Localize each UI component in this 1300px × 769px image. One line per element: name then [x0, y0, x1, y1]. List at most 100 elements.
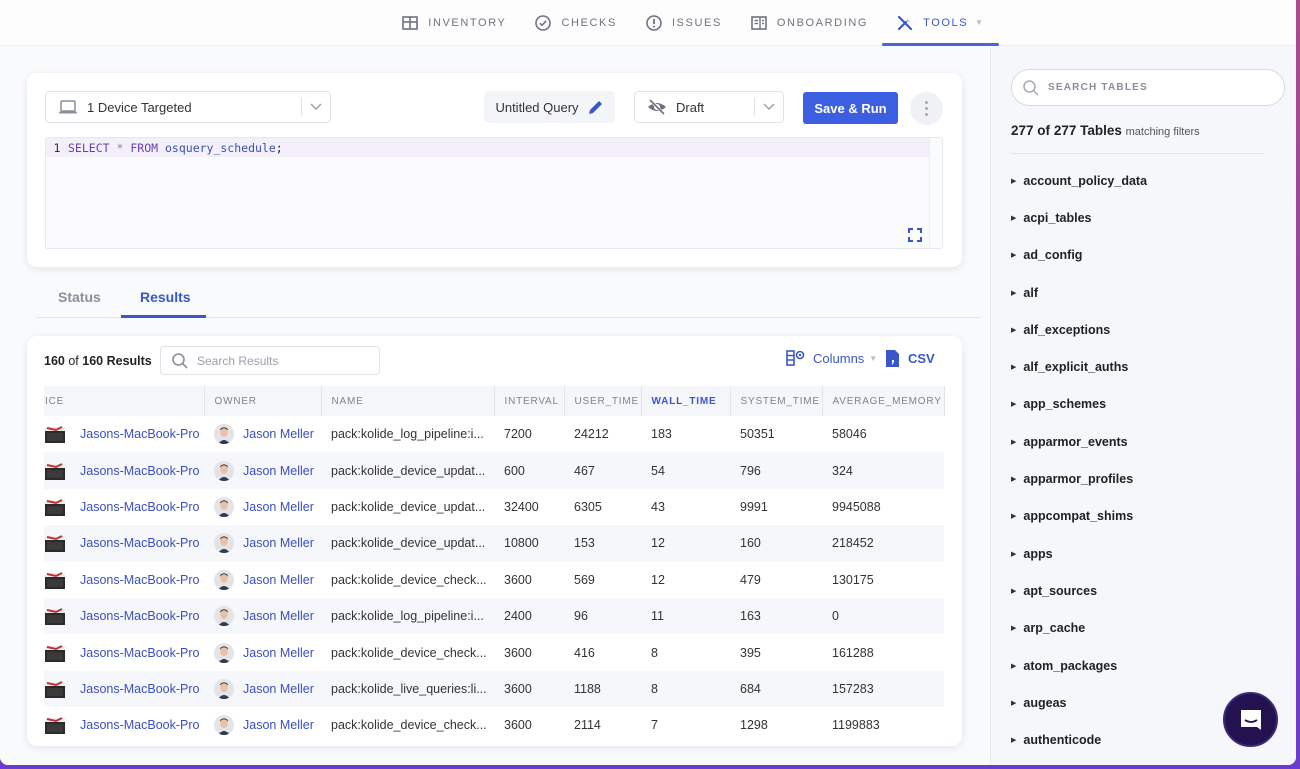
- eye-slash-icon: [648, 98, 666, 116]
- device-cell: Jasons-MacBook-Pro: [44, 634, 204, 670]
- column-header-system-time[interactable]: SYSTEM_TIME: [730, 386, 823, 416]
- table-list-item[interactable]: ▶ alf: [1011, 274, 1147, 311]
- table-list-item[interactable]: ▶ acpi_tables: [1011, 199, 1147, 236]
- results-search-input[interactable]: [197, 353, 357, 368]
- owner-link[interactable]: Jason Meller: [214, 715, 321, 736]
- chevron-down-icon: ▼: [869, 353, 878, 363]
- column-header-average-memory[interactable]: AVERAGE_MEMORY: [822, 386, 945, 416]
- device-link[interactable]: Jasons-MacBook-Pro: [44, 570, 204, 590]
- table-list-item[interactable]: ▶ appcompat_shims: [1011, 498, 1147, 535]
- expand-icon[interactable]: [908, 228, 922, 242]
- avatar: [214, 715, 234, 736]
- wall-time-cell: 11: [641, 597, 730, 635]
- device-link[interactable]: Jasons-MacBook-Pro: [44, 497, 204, 517]
- table-list-item[interactable]: ▶ apt_sources: [1011, 572, 1147, 609]
- expand-triangle-icon: ▶: [1011, 214, 1017, 222]
- tab-status[interactable]: Status: [58, 289, 101, 305]
- table-row: Jasons-MacBook-Pro Jason Meller pack:kolid…: [44, 562, 944, 598]
- wall-time-cell: 43: [651, 499, 665, 514]
- line-number: 1: [53, 140, 61, 155]
- tab-results[interactable]: Results: [140, 289, 191, 305]
- table-list-item[interactable]: ▶ ad_config: [1011, 237, 1147, 274]
- system-time-cell: 50351: [740, 427, 775, 442]
- nav-label: ONBOARDING: [776, 16, 869, 29]
- owner-link[interactable]: Jason Meller: [214, 606, 321, 627]
- chat-icon: [1240, 709, 1261, 730]
- user-time-cell: 153: [564, 525, 641, 562]
- owner-link[interactable]: Jason Meller: [214, 569, 321, 590]
- owner-link[interactable]: Jason Meller: [214, 460, 321, 481]
- device-link[interactable]: Jasons-MacBook-Pro: [44, 643, 204, 663]
- nav-label: ISSUES: [671, 16, 722, 29]
- interval-cell: 10800: [494, 525, 564, 562]
- avatar: [214, 678, 234, 699]
- sql-editor[interactable]: 1 SELECT * FROM osquery_schedule;: [45, 137, 943, 249]
- csv-export-button[interactable]: CSV: [885, 349, 935, 368]
- device-link[interactable]: Jasons-MacBook-Pro: [44, 424, 204, 444]
- user-time-cell: 6305: [574, 499, 602, 514]
- device-link[interactable]: Jasons-MacBook-Pro: [44, 533, 204, 553]
- kebab-dot: [925, 107, 928, 110]
- macbook-icon: [44, 570, 66, 590]
- chevron-down-icon: ▼: [975, 18, 985, 27]
- table-name: app_schemes: [1023, 397, 1107, 412]
- nav-item-issues[interactable]: ISSUES: [631, 0, 736, 45]
- device-link[interactable]: Jasons-MacBook-Pro: [44, 679, 204, 699]
- chat-launcher-button[interactable]: [1223, 692, 1278, 747]
- column-header-owner[interactable]: OWNER: [204, 386, 322, 416]
- table-list-item[interactable]: ▶ apparmor_profiles: [1011, 460, 1147, 497]
- nav-item-tools[interactable]: TOOLS ▼: [882, 0, 999, 46]
- visibility-label: Draft: [676, 99, 705, 115]
- sql-keyword: SELECT: [68, 140, 110, 155]
- device-link[interactable]: Jasons-MacBook-Pro: [44, 715, 204, 735]
- table-list-item[interactable]: ▶ atom_packages: [1011, 647, 1147, 684]
- device-link[interactable]: Jasons-MacBook-Pro: [44, 461, 204, 481]
- column-header-ice[interactable]: ICE: [44, 386, 205, 416]
- owner-link[interactable]: Jason Meller: [214, 533, 321, 554]
- owner-name: Jason Meller: [243, 572, 314, 587]
- nav-item-inventory[interactable]: INVENTORY: [387, 0, 520, 45]
- table-name: authenticode: [1023, 733, 1102, 748]
- more-options-button[interactable]: [910, 92, 943, 125]
- column-header-user-time[interactable]: USER_TIME: [564, 386, 642, 416]
- device-link[interactable]: Jasons-MacBook-Pro: [44, 606, 204, 626]
- visibility-select[interactable]: Draft: [634, 91, 784, 123]
- nav-item-onboarding[interactable]: ONBOARDING: [736, 0, 882, 45]
- column-header-interval[interactable]: INTERVAL: [494, 386, 565, 416]
- table-list-item[interactable]: ▶ alf_exceptions: [1011, 311, 1147, 348]
- results-shown: 160: [44, 354, 65, 368]
- table-list-item[interactable]: ▶ app_schemes: [1011, 386, 1147, 423]
- save-and-run-button[interactable]: Save & Run: [803, 92, 898, 124]
- editor-scrollbar[interactable]: [929, 138, 942, 248]
- active-tab-indicator: [121, 315, 206, 318]
- table-list-item[interactable]: ▶ augeas: [1011, 684, 1147, 721]
- table-list-item[interactable]: ▶ arp_cache: [1011, 610, 1147, 647]
- macbook-icon: [44, 533, 66, 553]
- wall-time-cell: 54: [641, 452, 730, 489]
- table-name: appcompat_shims: [1023, 509, 1134, 524]
- wall-time-cell: 12: [641, 525, 730, 562]
- table-list-item[interactable]: ▶ account_policy_data: [1011, 162, 1147, 199]
- owner-link[interactable]: Jason Meller: [214, 424, 321, 445]
- wall-time-cell: 8: [651, 645, 658, 660]
- owner-link[interactable]: Jason Meller: [214, 496, 321, 517]
- owner-link[interactable]: Jason Meller: [214, 678, 321, 699]
- owner-link[interactable]: Jason Meller: [214, 642, 321, 663]
- query-name-button[interactable]: Untitled Query: [484, 91, 615, 123]
- table-list-item[interactable]: ▶ authenticode: [1011, 721, 1147, 758]
- table-list-item[interactable]: ▶ alf_explicit_auths: [1011, 348, 1147, 385]
- table-list-item[interactable]: ▶ apps: [1011, 535, 1147, 572]
- columns-button[interactable]: Columns ▼: [786, 350, 877, 366]
- table-search-input[interactable]: [1048, 82, 1248, 93]
- nav-item-checks[interactable]: CHECKS: [520, 0, 630, 45]
- average-memory-cell: 324: [822, 452, 944, 489]
- table-list-item[interactable]: ▶ apparmor_events: [1011, 423, 1147, 460]
- column-header-name[interactable]: NAME: [321, 386, 495, 416]
- user-time-cell: 96: [564, 597, 641, 635]
- device-target-select[interactable]: 1 Device Targeted: [45, 91, 331, 123]
- avatar: [214, 569, 234, 590]
- column-header-wall-time[interactable]: WALL_TIME: [641, 386, 731, 416]
- check-circle-icon: [535, 14, 552, 31]
- system-time-cell: 684: [730, 670, 822, 708]
- sql-operator: *: [116, 140, 124, 155]
